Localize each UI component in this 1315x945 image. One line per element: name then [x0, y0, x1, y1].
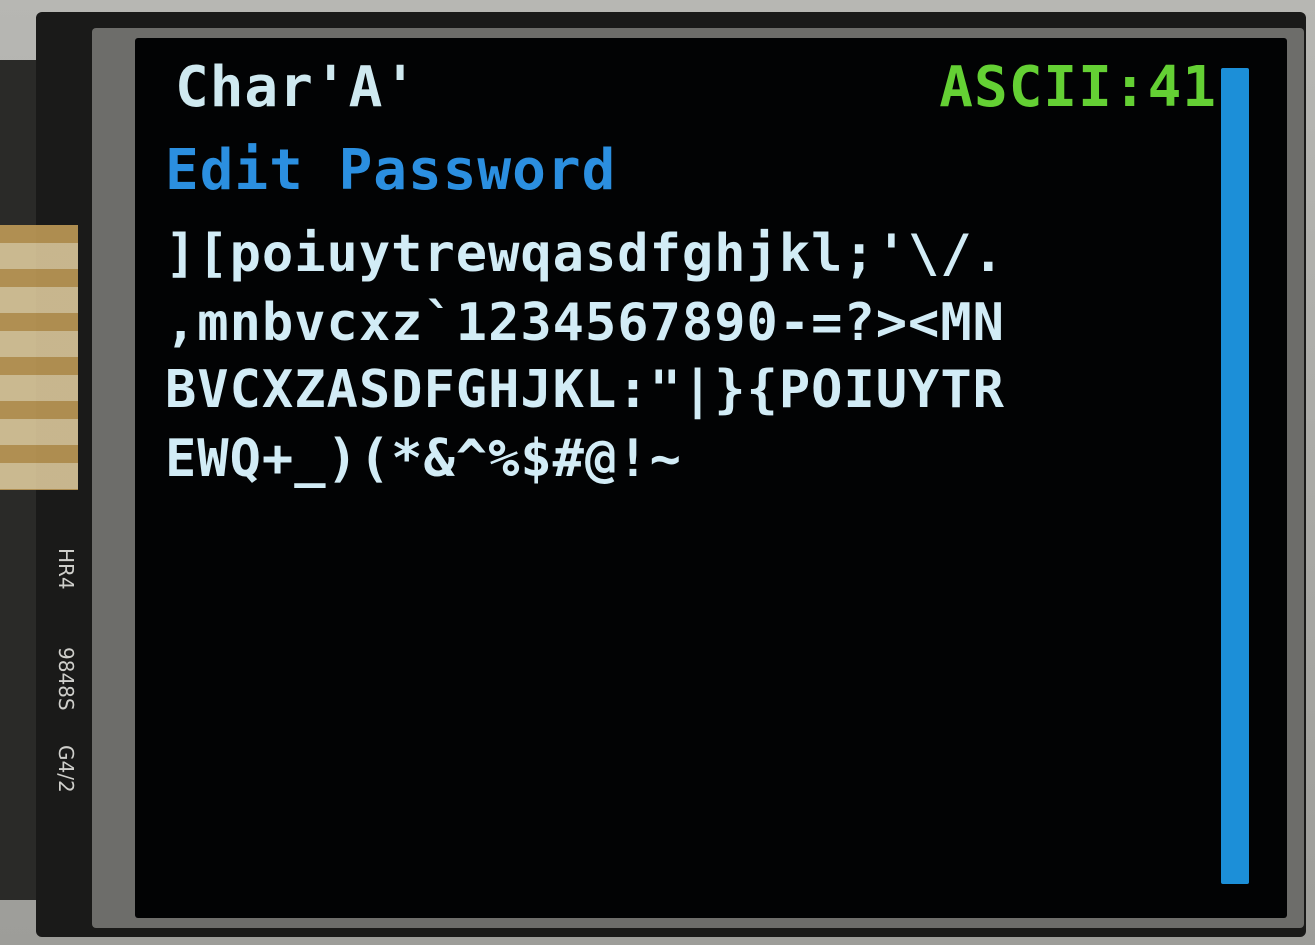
lcd-device: HR4 9848S G4/2 Char'A' ASCII:41 Edit Pas… — [0, 0, 1315, 945]
ascii-code-label: ASCII:41 — [939, 55, 1217, 120]
password-line[interactable]: EWQ+_)(*&^%$#@!~ — [165, 433, 682, 485]
flex-cable — [0, 225, 78, 490]
scrollbar[interactable] — [1221, 68, 1249, 884]
page-title: Edit Password — [165, 138, 617, 203]
password-line[interactable]: ][poiuytrewqasdfghjkl;'\/. — [165, 228, 1005, 280]
password-line[interactable]: BVCXZASDFGHJKL:"|}{POIUYTR — [165, 364, 1005, 416]
side-print-line: 9848S — [54, 646, 78, 711]
side-print-line: HR4 — [54, 548, 78, 590]
lcd-screen: Char'A' ASCII:41 Edit Password ][poiuytr… — [135, 38, 1287, 918]
side-print-line: G4/2 — [54, 745, 78, 794]
current-char-label: Char'A' — [175, 55, 419, 120]
password-line[interactable]: ,mnbvcxz`1234567890-=?><MN — [165, 297, 1005, 349]
side-print: HR4 9848S G4/2 — [48, 548, 88, 808]
